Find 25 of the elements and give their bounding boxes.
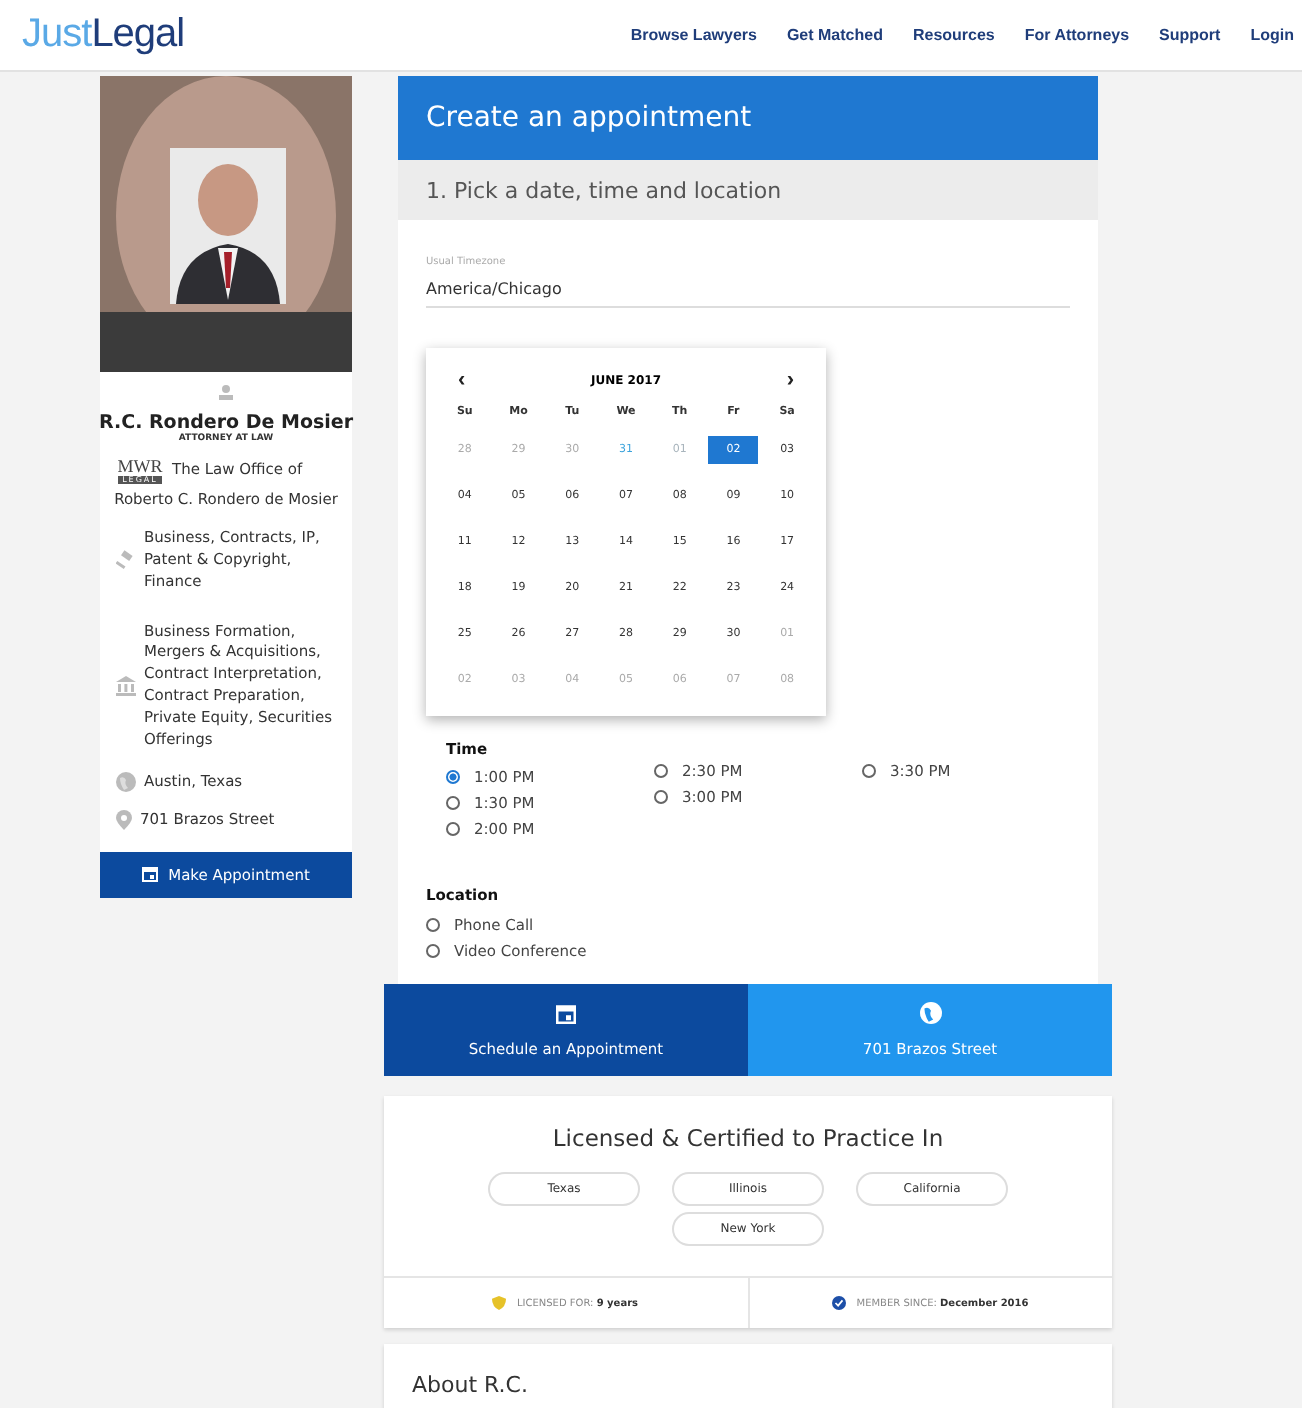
previous-month-button[interactable]: ‹: [458, 368, 466, 392]
timezone-field[interactable]: America/Chicago: [426, 268, 1070, 308]
step-heading: 1. Pick a date, time and location: [398, 160, 1098, 220]
calendar-icon: [142, 866, 159, 882]
person-icon: [218, 384, 234, 400]
logo[interactable]: JustLegal: [22, 12, 185, 58]
globe-icon: [919, 1002, 941, 1024]
licenses-title: Licensed & Certified to Practice In: [550, 1122, 946, 1152]
calendar-icon: [556, 1003, 576, 1023]
nav-link[interactable]: For Attorneys: [1024, 26, 1130, 44]
gavel-icon: [116, 550, 136, 571]
nav-link[interactable]: Browse Lawyers: [630, 26, 757, 44]
nav-link[interactable]: Resources: [912, 26, 995, 44]
next-month-button[interactable]: ›: [786, 368, 794, 392]
nav-link[interactable]: Support: [1159, 26, 1221, 44]
about-title: About R.C.: [410, 1370, 530, 1402]
form-title: Create an appointment: [398, 76, 1098, 160]
globe-icon: [116, 772, 136, 793]
location-pin-icon: [116, 810, 132, 831]
nav-link[interactable]: Login: [1250, 26, 1294, 44]
shield-check-icon: [492, 1296, 507, 1310]
bank-icon: [116, 676, 136, 697]
attorney-name: R.C. Rondero De Mosier: [99, 412, 354, 434]
check-circle-icon: [832, 1296, 847, 1310]
nav-link[interactable]: Get Matched: [786, 26, 883, 44]
